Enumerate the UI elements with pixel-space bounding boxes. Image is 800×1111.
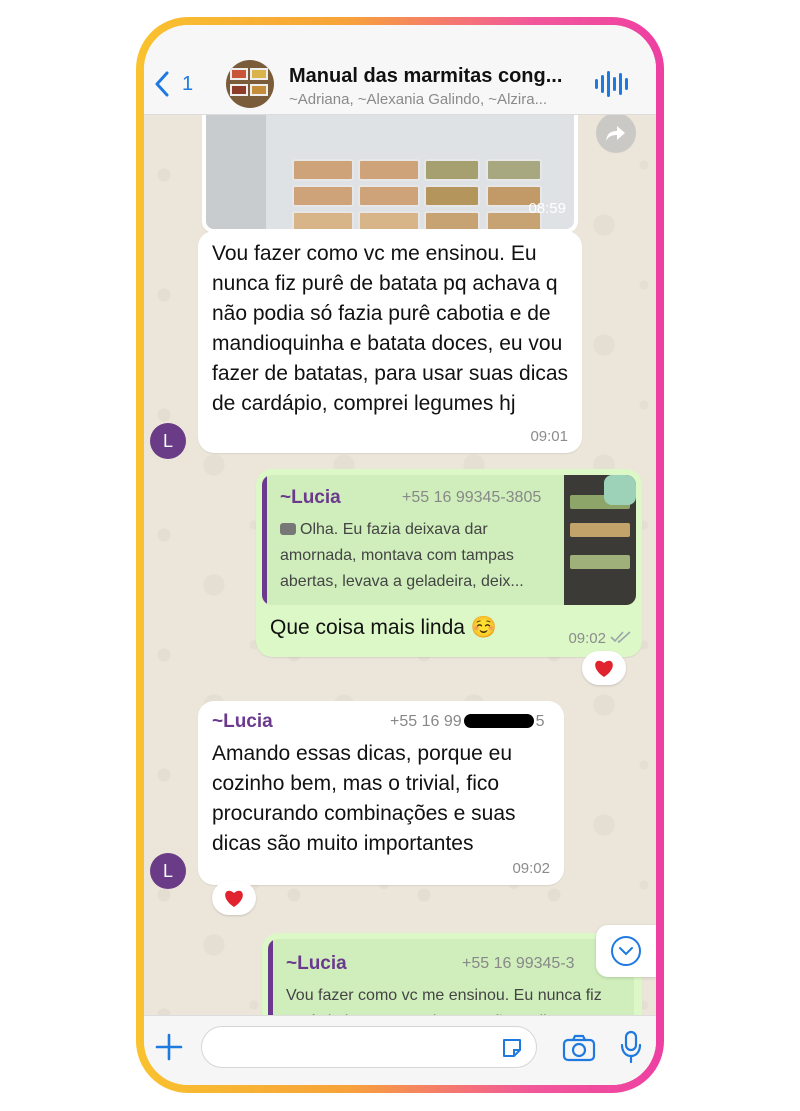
camera-button[interactable]	[562, 1034, 596, 1062]
sticker-icon	[503, 1039, 521, 1057]
avatar[interactable]: L	[150, 423, 186, 459]
back-button[interactable]: 1	[154, 71, 193, 97]
quote-sender: ~Lucia	[286, 953, 347, 974]
chevron-down-circle-icon	[611, 936, 641, 966]
quote-bar	[262, 475, 267, 605]
heart-reaction[interactable]	[582, 651, 626, 685]
quote-thumbnail	[564, 475, 636, 605]
message-time: 09:01	[530, 428, 568, 445]
forward-icon	[606, 126, 625, 141]
read-receipt-icon	[610, 631, 631, 643]
group-avatar[interactable]	[226, 60, 274, 108]
group-title[interactable]: Manual das marmitas cong...	[289, 65, 589, 88]
photo-time: 08:59	[528, 200, 566, 217]
quote-phone: +55 16 99345-3805	[402, 489, 542, 506]
microphone-icon	[620, 1030, 642, 1064]
forward-button[interactable]	[596, 113, 636, 153]
camera-icon	[280, 523, 296, 535]
heart-reaction[interactable]	[212, 881, 256, 915]
avatar[interactable]: L	[150, 853, 186, 889]
message-input[interactable]	[201, 1026, 537, 1068]
redaction-mark	[463, 714, 534, 728]
sender-phone: +55 16 99 5	[390, 713, 545, 730]
unread-count: 1	[182, 72, 194, 95]
quote-phone: +55 16 99345-3	[462, 955, 575, 972]
waveform-icon[interactable]	[595, 71, 628, 97]
chat-header: 1 Manual das marmitas cong... ~Adriana, …	[144, 25, 656, 115]
message-time: 09:02	[512, 860, 550, 877]
message-bubble-incoming[interactable]: ~Lucia +55 16 99 5 Amando essas dicas, po…	[198, 701, 564, 885]
phone-frame: 1 Manual das marmitas cong... ~Adriana, …	[136, 17, 664, 1093]
chevron-left-icon	[155, 71, 169, 97]
photo-message[interactable]: 08:59	[144, 35, 656, 235]
add-button[interactable]	[154, 1032, 184, 1062]
message-composer	[144, 1015, 656, 1085]
chat-screen: 1 Manual das marmitas cong... ~Adriana, …	[144, 25, 656, 1085]
plus-icon	[155, 1033, 183, 1061]
quote-sender: ~Lucia	[280, 487, 341, 508]
group-members[interactable]: ~Adriana, ~Alexania Galindo, ~Alzira...	[289, 91, 589, 108]
heart-icon	[595, 660, 613, 677]
quoted-message[interactable]: ~Lucia +55 16 99345-3805 Olha. Eu fazia …	[262, 475, 636, 605]
message-text: Amando essas dicas, porque eu cozinho be…	[212, 742, 516, 855]
message-bubble-incoming[interactable]: Vou fazer como vc me ensinou. Eu nunca f…	[198, 231, 582, 453]
heart-icon	[225, 890, 243, 907]
message-text: Vou fazer como vc me ensinou. Eu nunca f…	[212, 242, 569, 415]
message-sender: ~Lucia	[212, 711, 273, 732]
microphone-button[interactable]	[620, 1030, 642, 1064]
message-text: Que coisa mais linda ☺️	[270, 616, 497, 639]
camera-icon	[562, 1034, 596, 1062]
scroll-to-bottom-button[interactable]	[596, 925, 656, 977]
quote-text: Olha. Eu fazia deixava dar amornada, mon…	[280, 521, 524, 590]
message-time: 09:02	[568, 630, 606, 647]
sticker-button[interactable]	[500, 1036, 524, 1060]
message-bubble-outgoing[interactable]: ~Lucia +55 16 99345-3805 Olha. Eu fazia …	[256, 469, 642, 657]
